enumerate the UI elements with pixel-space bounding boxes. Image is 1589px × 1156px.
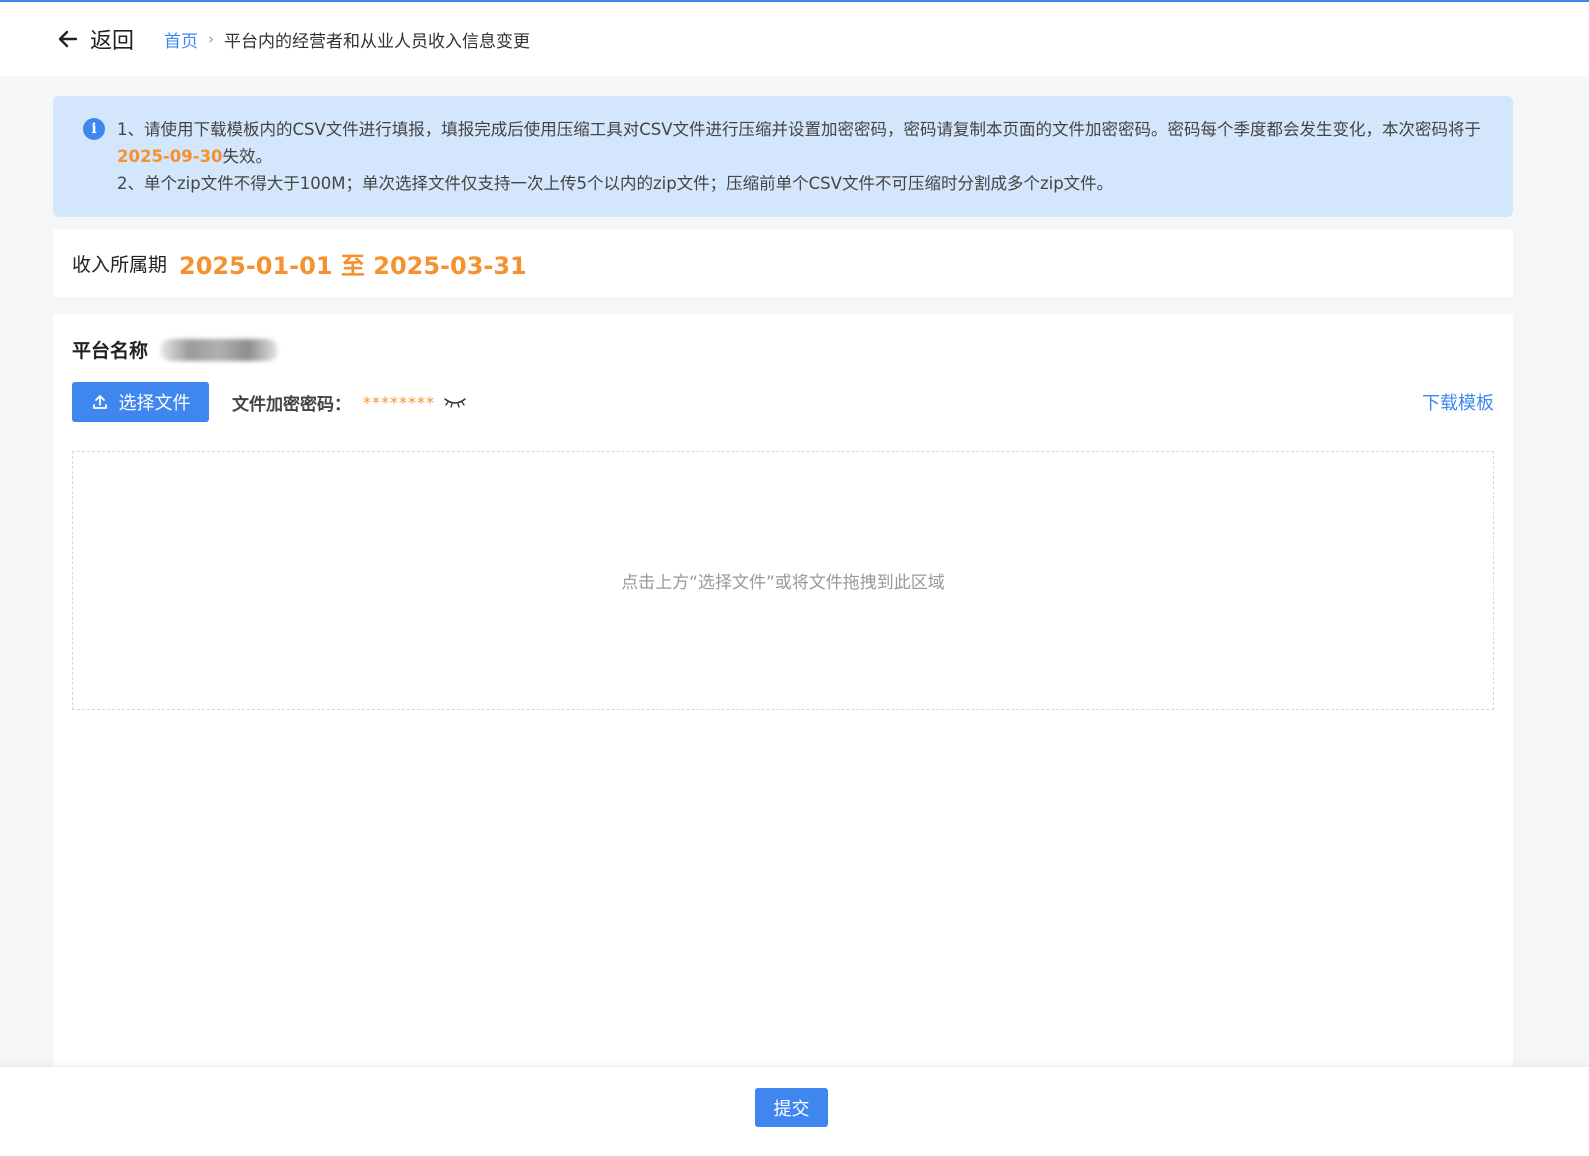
arrow-left-icon [58,30,78,48]
breadcrumb: 首页 › 平台内的经营者和从业人员收入信息变更 [164,27,530,52]
breadcrumb-home-link[interactable]: 首页 [164,27,198,52]
income-period-label: 收入所属期 [72,253,168,276]
upload-card: 平台名称 选择文件 文件加密密码： ******** 下载模板 点击上方“选择文… [53,314,1513,1074]
submit-button[interactable]: 提交 [755,1088,828,1127]
upload-icon [92,395,107,409]
platform-name-label: 平台名称 [72,340,149,362]
footer-bar: 提交 [0,1066,1589,1156]
breadcrumb-current: 平台内的经营者和从业人员收入信息变更 [224,31,531,52]
notice-line-2: 2、单个zip文件不得大于100M；单次选择文件仅支持一次上传5个以内的zip文… [117,174,1114,193]
dropzone-hint: 点击上方“选择文件”或将文件拖拽到此区域 [621,573,945,593]
back-label: 返回 [90,29,135,54]
income-period-card: 收入所属期 2025-01-01 至 2025-03-31 [53,229,1513,297]
eye-closed-icon[interactable] [443,395,467,409]
income-period-value: 2025-01-01 至 2025-03-31 [179,251,527,280]
notice-panel: 1、请使用下载模板内的CSV文件进行填报，填报完成后使用压缩工具对CSV文件进行… [53,96,1513,217]
select-file-button[interactable]: 选择文件 [72,382,209,422]
file-dropzone[interactable]: 点击上方“选择文件”或将文件拖拽到此区域 [72,451,1494,710]
page-header: 返回 首页 › 平台内的经营者和从业人员收入信息变更 [0,2,1589,76]
notice-line-1-suffix: 失效。 [222,147,273,166]
notice-line-1-text: 1、请使用下载模板内的CSV文件进行填报，填报完成后使用压缩工具对CSV文件进行… [117,120,1482,139]
encryption-password-value: ******** [363,392,435,412]
breadcrumb-separator: › [208,30,215,48]
platform-name-row: 平台名称 [72,336,279,363]
upload-toolbar: 选择文件 文件加密密码： ******** 下载模板 [72,382,1494,422]
notice-line-1: 1、请使用下载模板内的CSV文件进行填报，填报完成后使用压缩工具对CSV文件进行… [117,116,1483,170]
info-icon: i [83,118,105,140]
select-file-label: 选择文件 [118,393,191,414]
download-template-link[interactable]: 下载模板 [1422,389,1494,415]
platform-name-redacted [160,338,279,361]
password-expiry-date: 2025-09-30 [117,147,223,166]
back-button[interactable]: 返回 [56,23,134,55]
encryption-password-label: 文件加密密码： [232,394,351,415]
